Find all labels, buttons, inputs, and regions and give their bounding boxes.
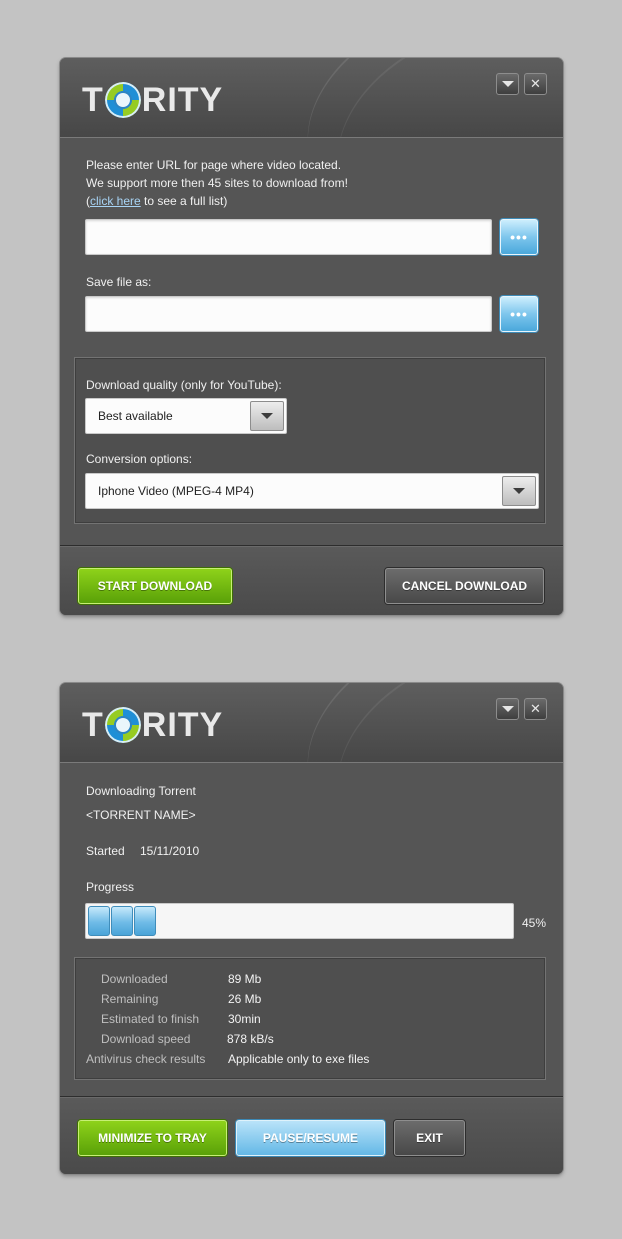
chevron-down-icon xyxy=(261,413,273,419)
progress-window: T RITY ✕ Downloading Torrent <TORRENT NA… xyxy=(60,683,563,1174)
close-icon: ✕ xyxy=(530,76,541,91)
close-window-button[interactable]: ✕ xyxy=(524,698,547,720)
started-label: Started xyxy=(86,844,125,858)
save-file-input[interactable] xyxy=(85,296,492,332)
progress-percent: 45% xyxy=(522,916,547,930)
progress-footer: MINIMIZE TO TRAY PAUSE/RESUME EXIT xyxy=(60,1096,563,1174)
stat-value-speed: 878 kB/s xyxy=(227,1032,274,1046)
quality-value: Best available xyxy=(98,409,173,423)
quality-label: Download quality (only for YouTube): xyxy=(86,378,282,392)
logo-suffix: RITY xyxy=(141,80,224,119)
conversion-select[interactable]: Iphone Video (MPEG-4 MP4) xyxy=(85,473,539,509)
logo-orb-icon xyxy=(104,707,141,743)
instructions-line-1: Please enter URL for page where video lo… xyxy=(86,158,342,172)
chevron-down-icon xyxy=(501,81,514,87)
start-download-button[interactable]: START DOWNLOAD xyxy=(78,568,232,604)
progress-bar xyxy=(85,903,514,939)
full-list-link[interactable]: click here xyxy=(90,194,141,208)
progress-label: Progress xyxy=(86,880,135,894)
progress-segment xyxy=(111,906,133,936)
progress-title: Downloading Torrent xyxy=(86,784,196,798)
url-browse-button[interactable]: ••• xyxy=(500,219,538,255)
minimize-window-button[interactable] xyxy=(496,73,519,95)
save-file-label: Save file as: xyxy=(86,275,152,289)
stat-value-downloaded: 89 Mb xyxy=(228,972,262,986)
quality-select[interactable]: Best available xyxy=(85,398,287,434)
logo-prefix: T xyxy=(82,80,104,119)
progress-segment xyxy=(88,906,110,936)
minimize-to-tray-button[interactable]: MINIMIZE TO TRAY xyxy=(78,1120,227,1156)
stat-label-antivirus: Antivirus check results xyxy=(86,1052,206,1066)
minimize-window-button[interactable] xyxy=(496,698,519,720)
app-logo: T RITY xyxy=(82,703,223,747)
conversion-value: Iphone Video (MPEG-4 MP4) xyxy=(98,484,254,498)
logo-prefix: T xyxy=(82,705,104,744)
started-value: 15/11/2010 xyxy=(140,844,200,858)
download-window: T RITY ✕ Please enter URL for page where… xyxy=(60,58,563,615)
stat-label-speed: Download speed xyxy=(101,1032,191,1046)
url-input[interactable] xyxy=(85,219,492,255)
stat-value-remaining: 26 Mb xyxy=(228,992,262,1006)
stat-label-downloaded: Downloaded xyxy=(101,972,168,986)
window-header: T RITY ✕ xyxy=(60,683,563,763)
quality-dropdown-button[interactable] xyxy=(250,401,284,431)
logo-orb-icon xyxy=(104,82,141,118)
stat-value-antivirus: Applicable only to exe files xyxy=(228,1052,370,1066)
pause-resume-button[interactable]: PAUSE/RESUME xyxy=(236,1120,385,1156)
window-header: T RITY ✕ xyxy=(60,58,563,138)
chevron-down-icon xyxy=(513,488,525,494)
torrent-name: <TORRENT NAME> xyxy=(86,808,196,822)
stat-label-remaining: Remaining xyxy=(101,992,159,1006)
save-browse-button[interactable]: ••• xyxy=(500,296,538,332)
progress-segment xyxy=(134,906,156,936)
close-icon: ✕ xyxy=(530,701,541,716)
download-footer: START DOWNLOAD CANCEL DOWNLOAD xyxy=(60,545,563,615)
logo-suffix: RITY xyxy=(141,705,224,744)
cancel-download-button[interactable]: CANCEL DOWNLOAD xyxy=(385,568,544,604)
options-panel: Download quality (only for YouTube): Bes… xyxy=(74,357,546,524)
stat-label-eta: Estimated to finish xyxy=(101,1012,200,1026)
instructions-line-2: We support more then 45 sites to downloa… xyxy=(86,176,348,190)
exit-button[interactable]: EXIT xyxy=(394,1120,465,1156)
instructions-line-3: (click here to see a full list) xyxy=(86,192,227,210)
conversion-dropdown-button[interactable] xyxy=(502,476,536,506)
close-window-button[interactable]: ✕ xyxy=(524,73,547,95)
conversion-label: Conversion options: xyxy=(86,452,193,466)
app-logo: T RITY xyxy=(82,78,223,122)
chevron-down-icon xyxy=(501,706,514,712)
link-suffix: to see a full list) xyxy=(140,194,228,208)
stats-panel: Downloaded 89 Mb Remaining 26 Mb Estimat… xyxy=(74,957,546,1080)
stat-value-eta: 30min xyxy=(228,1012,261,1026)
